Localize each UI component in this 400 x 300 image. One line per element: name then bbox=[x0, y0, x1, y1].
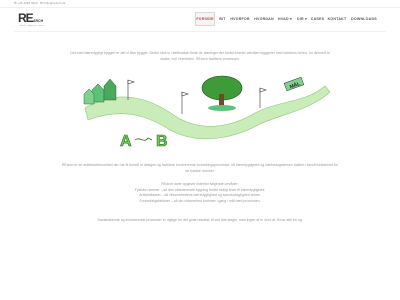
nav-item-kontakt[interactable]: KONTAKT bbox=[326, 12, 348, 26]
nav-item-cases[interactable]: CASES bbox=[309, 12, 326, 26]
logo-main: RE bbox=[18, 11, 34, 25]
email-address: hello@rearch.dk bbox=[43, 1, 66, 5]
mail-icon: ✉ bbox=[40, 1, 43, 5]
logo-sub: ARCH bbox=[33, 19, 44, 23]
process-illustration: MÅL A B bbox=[83, 75, 330, 150]
nav-item-bit[interactable]: BIT bbox=[216, 12, 229, 26]
arrow-icon bbox=[134, 137, 153, 141]
logo-tagline: arkitekt · rådgivning · proces bbox=[19, 25, 45, 27]
goal-sign: MÅL bbox=[283, 76, 305, 92]
email-contact[interactable]: ✉ hello@rearch.dk bbox=[40, 1, 65, 5]
about-paragraph: REarch er en arkitektvirksomhed der har … bbox=[61, 163, 339, 173]
closing-paragraph: Samskabende og involverende processer er… bbox=[97, 218, 303, 222]
phone-number: +45 4028 9840 bbox=[17, 1, 38, 5]
nav-item-downloads[interactable]: DOWNLOADS bbox=[348, 12, 380, 26]
site-logo[interactable]: RE ARCH arkitekt · rådgivning · proces bbox=[18, 11, 44, 29]
top-contact-bar: ✆ +45 4028 9840 ✉ hello@rearch.dk bbox=[0, 0, 400, 8]
phone-icon: ✆ bbox=[14, 1, 17, 5]
start-label: A bbox=[120, 133, 132, 150]
phone-contact[interactable]: ✆ +45 4028 9840 bbox=[14, 1, 38, 5]
nav-item-hvad[interactable]: HVAD ▾ bbox=[276, 12, 294, 26]
intro-paragraph: Det med bæredygtigt byggeri er det vi ik… bbox=[70, 51, 330, 61]
tree-icon bbox=[201, 75, 243, 111]
nav-item-forside[interactable]: FORSIDE bbox=[195, 12, 215, 26]
header-divider bbox=[14, 31, 386, 32]
services-list: REarch laver opgaver indenfor følgende o… bbox=[100, 182, 300, 204]
nav-item-dir[interactable]: DIR ▾ bbox=[295, 12, 309, 26]
nav-item-hvorfor[interactable]: HVORFOR bbox=[229, 12, 251, 26]
site-header: RE ARCH arkitekt · rådgivning · proces F… bbox=[0, 8, 400, 30]
list-item: Forandringsfaktorer – så din virksomhed … bbox=[139, 198, 261, 203]
houses-icon bbox=[83, 78, 117, 105]
end-label: B bbox=[156, 133, 168, 150]
nav-item-hvordan[interactable]: HVORDAN bbox=[252, 12, 276, 26]
